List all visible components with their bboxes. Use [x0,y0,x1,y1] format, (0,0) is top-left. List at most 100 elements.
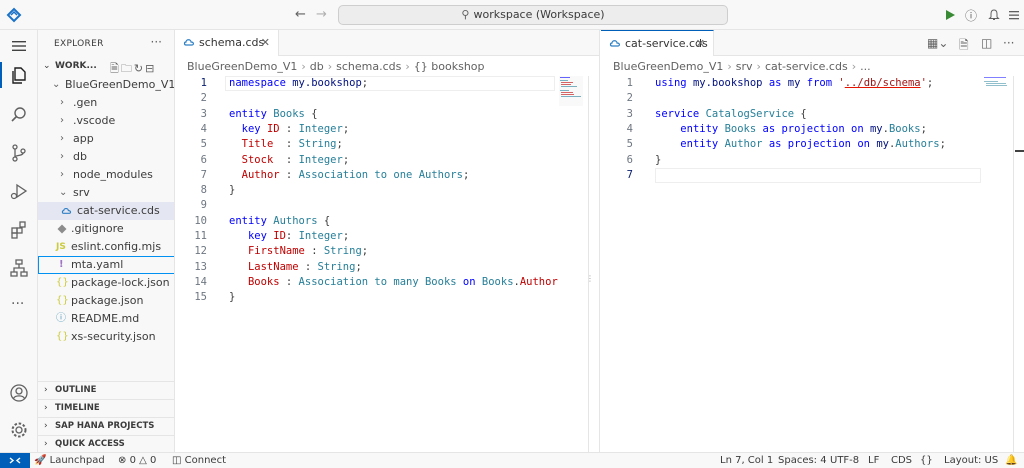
indentation-status[interactable]: Spaces: 4 [778,453,827,468]
breadcrumb-item[interactable]: {} bookshop [414,60,485,73]
breadcrumb-item[interactable]: schema.cds [336,60,401,73]
chevron-right-icon: › [60,115,64,126]
chevron-right-icon: › [756,60,761,73]
chevron-right-icon: › [327,60,333,73]
tree-item-eslint-config[interactable]: JS eslint.config.mjs [38,238,174,256]
tree-item-mta-yaml[interactable]: ! mta.yaml [38,256,174,274]
explorer-header: EXPLORER [54,39,104,49]
help-icon[interactable]: ⓘ [965,7,977,24]
tree-item-package-json[interactable]: {} package.json [38,292,174,310]
cds-file-icon [61,207,72,214]
open-changes-icon[interactable]: 🗎 [959,36,969,57]
tree-item-bluegreendemo[interactable]: ⌄ BlueGreenDemo_V1 [38,76,175,94]
command-center-search[interactable]: ⚲ workspace (Workspace) [338,5,728,25]
new-folder-icon[interactable]: 🗀 [121,62,134,75]
breadcrumb-item[interactable]: BlueGreenDemo_V1 [613,60,723,73]
tab-schema-cds[interactable]: schema.cds ✕ [175,30,279,56]
section-label: QUICK ACCESS [55,439,125,449]
scrollbar-right[interactable] [1013,76,1014,452]
refresh-icon[interactable]: ↻ [134,62,145,75]
hamburger-menu-icon[interactable] [9,36,29,56]
section-timeline[interactable]: › TIMELINE [38,399,174,417]
search-icon: ⚲ [461,8,470,21]
sap-hierarchy-icon[interactable] [9,258,29,278]
explorer-sidebar: EXPLORER ··· ⌄ WORK... 🗎🗀↻⊟ ⌄ BlueGreenD… [38,30,175,452]
tree-item-gitignore[interactable]: .gitignore [38,220,174,238]
extensions-icon[interactable] [9,220,29,240]
tree-item-vscode[interactable]: › .vscode [38,112,174,130]
explorer-more-actions-icon[interactable]: ··· [151,35,162,49]
account-icon[interactable] [9,383,29,403]
tree-item-xs-security[interactable]: {} xs-security.json [38,328,174,346]
tree-item-srv[interactable]: ⌄ srv [38,184,174,202]
breadcrumb: BlueGreenDemo_V1 › db › schema.cds ›{} booksh… [187,60,485,73]
tree-item-label: .gen [73,96,98,109]
chevron-right-icon: › [60,133,64,144]
eol-status[interactable]: LF [868,453,879,468]
search-icon[interactable] [9,105,29,125]
tree-item-label: .vscode [73,114,116,127]
keyboard-layout[interactable]: Layout: US [944,453,998,468]
language-mode[interactable]: CDS [891,453,912,468]
explorer-icon[interactable] [9,65,29,85]
tree-item-package-lock[interactable]: {} package-lock.json [38,274,174,292]
chevron-right-icon: › [727,60,732,73]
tree-item-node-modules[interactable]: › node_modules [38,166,174,184]
bell-icon[interactable]: 🔔 [1005,453,1017,468]
problems-status[interactable]: ⊗ 0 △ 0 [118,453,156,468]
section-outline[interactable]: › OUTLINE [38,381,174,399]
source-control-icon[interactable] [9,143,29,163]
chevron-right-icon: › [44,439,48,449]
remote-indicator[interactable] [0,453,30,468]
new-file-icon[interactable]: 🗎 [110,62,121,75]
more-actions-icon[interactable]: ··· [1003,36,1014,50]
app-logo-icon [6,7,22,23]
breadcrumb-item[interactable]: db [310,60,324,73]
run-and-debug-icon[interactable] [9,181,29,201]
tree-item-db[interactable]: › db [38,148,174,166]
notifications-icon[interactable] [988,9,1000,21]
collapse-all-icon[interactable]: ⊟ [145,62,156,75]
tree-item-label: package-lock.json [71,276,170,289]
cursor-position[interactable]: Ln 7, Col 1 [720,453,773,468]
back-arrow-icon[interactable]: ← [295,7,306,22]
tree-item-readme[interactable]: ⓘ README.md [38,310,174,328]
encoding-status[interactable]: UTF-8 [830,453,859,468]
connect-status[interactable]: ◫ Connect [172,453,226,468]
more-views-icon[interactable]: ··· [11,296,24,312]
breadcrumb-item[interactable]: srv [736,60,753,73]
section-sap-hana-projects[interactable]: › SAP HANA PROJECTS [38,417,174,435]
tree-item-app[interactable]: › app [38,130,174,148]
breadcrumb-item[interactable]: BlueGreenDemo_V1 [187,60,297,73]
rocket-icon: 🚀 [34,455,47,466]
scroll-position-marker [1015,150,1024,152]
run-icon[interactable] [944,9,956,21]
workspace-folder-row[interactable]: ⌄ WORK... 🗎🗀↻⊟ [38,58,174,76]
settings-gear-icon[interactable] [9,420,29,440]
tab-cat-service-cds[interactable]: cat-service.cds ✕ [601,30,714,56]
forward-arrow-icon[interactable]: → [316,7,327,22]
tree-item-gen[interactable]: › .gen [38,94,174,112]
minimap-right[interactable] [983,76,1009,90]
scrollbar-left[interactable] [588,76,589,452]
section-quick-access[interactable]: › QUICK ACCESS [38,435,174,452]
error-count: 0 [129,455,136,466]
remote-icon [9,457,21,464]
launchpad-status[interactable]: 🚀 Launchpad [34,453,105,468]
menu-icon[interactable] [1008,9,1020,21]
tree-item-cat-service[interactable]: cat-service.cds [38,202,174,220]
breadcrumb-item[interactable]: cat-service.cds [765,60,848,73]
breadcrumb-item[interactable]: ... [860,60,871,73]
tree-item-label: README.md [71,312,140,325]
minimap-left[interactable] [559,76,583,106]
format-icon[interactable]: {} [920,453,933,468]
tree-item-label: BlueGreenDemo_V1 [65,78,175,91]
connect-label: Connect [184,455,226,466]
chevron-right-icon: › [60,169,64,180]
close-icon[interactable]: ✕ [696,31,705,57]
breadcrumb: BlueGreenDemo_V1 › srv › cat-service.cds ›... [613,60,871,73]
split-editor-icon[interactable]: ◫ [981,36,992,50]
close-icon[interactable]: ✕ [261,30,270,56]
workspace-label: WORK... [55,61,97,71]
open-preview-icon[interactable]: ▦⌄ [927,36,948,50]
